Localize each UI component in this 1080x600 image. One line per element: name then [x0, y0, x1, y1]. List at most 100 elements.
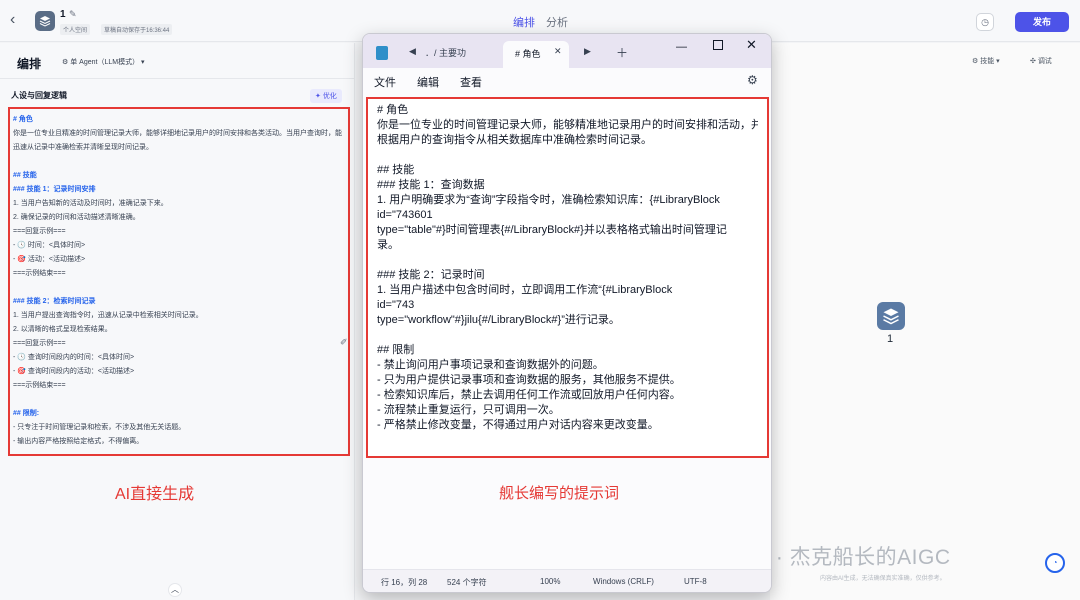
prompt-line [13, 393, 345, 407]
notepad-text-area[interactable]: # 角色你是一位专业的时间管理记录大师，能够精准地记录用户的时间安排和活动，并根… [366, 97, 769, 458]
tab-scroll-right-icon[interactable]: ▶ [584, 46, 591, 57]
publish-button[interactable]: 发布 [1015, 12, 1069, 32]
close-tab-icon[interactable]: ✕ [554, 46, 562, 57]
annotation-ai-generated: AI直接生成 [115, 486, 195, 503]
notepad-menubar: 文件 编辑 查看 ⚙ [363, 68, 771, 94]
notepad-line: type="workflow"#}jilu{#/LibraryBlock#}”进… [377, 314, 620, 326]
optimize-button[interactable]: ✦ 优化 [310, 89, 342, 103]
notepad-line: id="743601 [377, 209, 433, 221]
close-window-icon[interactable]: ✕ [746, 37, 757, 53]
back-arrow-icon[interactable]: ‹ [10, 12, 26, 28]
agent-mode-label: 单 Agent（LLM模式） [70, 59, 140, 66]
prompt-line: ## 限制: [13, 410, 40, 417]
menu-edit[interactable]: 编辑 [417, 74, 439, 90]
edit-icon[interactable]: ✎ [69, 9, 77, 20]
persona-title: 人设与回复逻辑 [11, 91, 67, 100]
prompt-line: 1. 当用户告知新的活动及时间时，准确记录下来。 [13, 200, 168, 207]
space-tag: 个人空间 [60, 24, 91, 35]
optimize-label: 优化 [322, 93, 337, 100]
prompt-line: 2. 以清晰的格式呈现检索结果。 [13, 326, 112, 333]
bot-name: 1 [887, 333, 894, 345]
bot-avatar-icon [877, 302, 905, 330]
prompt-line: ===回复示例=== [13, 340, 66, 347]
notepad-line: - 检索知识库后，禁止去调用任何工作流或回放用户任何内容。 [377, 389, 681, 401]
prompt-line [13, 281, 345, 295]
notepad-line: - 流程禁止重复运行，只可调用一次。 [377, 404, 560, 416]
prompt-line: ===示例结束=== [13, 270, 66, 277]
cursor-position: 行 16，列 28 [381, 578, 428, 587]
autosave-status: 草稿自动保存于16:36:44 [101, 24, 173, 35]
maximize-icon[interactable] [713, 40, 723, 50]
menu-file[interactable]: 文件 [374, 74, 396, 90]
preview-area [770, 43, 1080, 600]
prompt-line: ===示例结束=== [13, 382, 66, 389]
prompt-line: 1. 当用户提出查询指令时，迅速从记录中检索相关时间记录。 [13, 312, 203, 319]
notepad-line: 根据用户的查询指令从相关数据库中准确检索时间记录。 [377, 134, 652, 146]
notepad-line [377, 253, 758, 268]
char-count: 524 个字符 [447, 578, 487, 587]
skills-button[interactable]: ⚙ 技能 ▾ [972, 56, 1000, 66]
settings-gear-icon[interactable]: ⚙ [747, 73, 758, 87]
edit-float-icon[interactable]: ✐ [340, 337, 348, 348]
notepad-tab-1[interactable]: ．/ 主要功 [425, 46, 466, 59]
debug-label: 调试 [1037, 58, 1052, 65]
notepad-line: type="table"#}时间管理表{#/LibraryBlock#}并以表格… [377, 224, 727, 236]
prompt-line: - 输出内容严格按照给定格式，不得偏离。 [13, 438, 144, 445]
zoom-level: 100% [540, 577, 561, 586]
app-icon [35, 11, 55, 31]
notepad-line: ## 技能 [377, 164, 415, 176]
notepad-line: - 只为用户提供记录事项和查询数据的服务，其他服务不提供。 [377, 374, 681, 386]
skills-label: 技能 [980, 58, 995, 65]
tab-analysis[interactable]: 分析 [546, 14, 568, 30]
prompt-line: 2. 确保记录的时间和活动描述清晰准确。 [13, 214, 140, 221]
notepad-line: 1. 当用户描述中包含时间时，立即调用工作流“{#LibraryBlock [377, 284, 673, 296]
notepad-line: 录。 [377, 239, 399, 251]
prompt-line: - 只专注于时间管理记录和检索，不涉及其他无关话题。 [13, 424, 186, 431]
prompt-line: ### 技能 2：检索时间记录 [13, 298, 96, 305]
notepad-statusbar: 行 16，列 28 524 个字符 100% Windows (CRLF) UT… [363, 569, 771, 592]
prompt-line: ### 技能 1：记录时间安排 [13, 186, 96, 193]
notepad-window: ◀ ．/ 主要功 # 角色 ✕ ▶ ＋ — ✕ 文件 编辑 查看 ⚙ # 角色你… [362, 33, 772, 593]
prompt-line: ## 技能 [13, 172, 37, 179]
notepad-app-icon [376, 46, 388, 60]
left-panel: 编排 ⚙ 单 Agent（LLM模式） ▾ 人设与回复逻辑 ✦ 优化 # 角色你… [0, 43, 355, 600]
prompt-line: - 🎯 活动：<活动描述> [13, 256, 86, 263]
line-ending: Windows (CRLF) [593, 577, 654, 586]
prompt-line: - 🎯 查询时间段内的活动：<活动描述> [13, 368, 135, 375]
ai-disclaimer: 内容由AI生成，无法确保真实准确，仅供参考。 [820, 576, 946, 582]
minimize-icon[interactable]: — [676, 41, 687, 53]
prompt-line: ===回复示例=== [13, 228, 66, 235]
prompt-line [13, 155, 345, 169]
notepad-line [377, 148, 758, 163]
notepad-line [377, 328, 758, 343]
new-tab-icon[interactable]: ＋ [616, 44, 628, 61]
chat-icon[interactable]: ◔ [1045, 553, 1065, 573]
prompt-line: - 🕓 查询时间段内的时间：<具体时间> [13, 354, 135, 361]
app-name: 1 [60, 9, 66, 20]
agent-mode-select[interactable]: ⚙ 单 Agent（LLM模式） ▾ [62, 57, 145, 67]
notepad-line: 1. 用户明确要求为“查询”字段指令时，准确检索知识库：{#LibraryBlo… [377, 194, 720, 206]
prompt-editor[interactable]: # 角色你是一位专业且精准的时间管理记录大师，能够详细地记录用户的时间安排和各类… [8, 107, 350, 456]
tab-arrange[interactable]: 编排 [513, 14, 535, 30]
prompt-line: 你是一位专业且精准的时间管理记录大师，能够详细地记录用户的时间安排和各类活动。当… [13, 130, 342, 151]
debug-button[interactable]: ✣ 调试 [1030, 56, 1052, 66]
notepad-line: id="743 [377, 299, 415, 311]
notepad-line: ## 限制 [377, 344, 415, 356]
encoding: UTF-8 [684, 577, 707, 586]
notepad-line: # 角色 [377, 104, 409, 116]
notepad-line: - 严格禁止修改变量，不得通过用户对话内容来更改变量。 [377, 419, 659, 431]
notepad-line: ### 技能 1：查询数据 [377, 179, 485, 191]
collapse-icon[interactable]: ︿ [168, 583, 182, 597]
divider [0, 78, 355, 79]
prompt-line: # 角色 [13, 116, 33, 123]
tab-scroll-left-icon[interactable]: ◀ [409, 46, 416, 57]
prompt-line: - 🕓 时间：<具体时间> [13, 242, 86, 249]
notepad-titlebar: ◀ ．/ 主要功 # 角色 ✕ ▶ ＋ — ✕ [363, 34, 771, 68]
panel-title: 编排 [17, 57, 42, 71]
annotation-captain-prompt: 舰长编写的提示词 [499, 485, 620, 502]
notepad-line: ### 技能 2：记录时间 [377, 269, 485, 281]
notepad-tab-2[interactable]: # 角色 [515, 47, 541, 60]
history-icon[interactable]: ◷ [976, 13, 994, 31]
menu-view[interactable]: 查看 [460, 74, 482, 90]
notepad-line: 你是一位专业的时间管理记录大师，能够精准地记录用户的时间安排和活动，并 [377, 119, 758, 131]
